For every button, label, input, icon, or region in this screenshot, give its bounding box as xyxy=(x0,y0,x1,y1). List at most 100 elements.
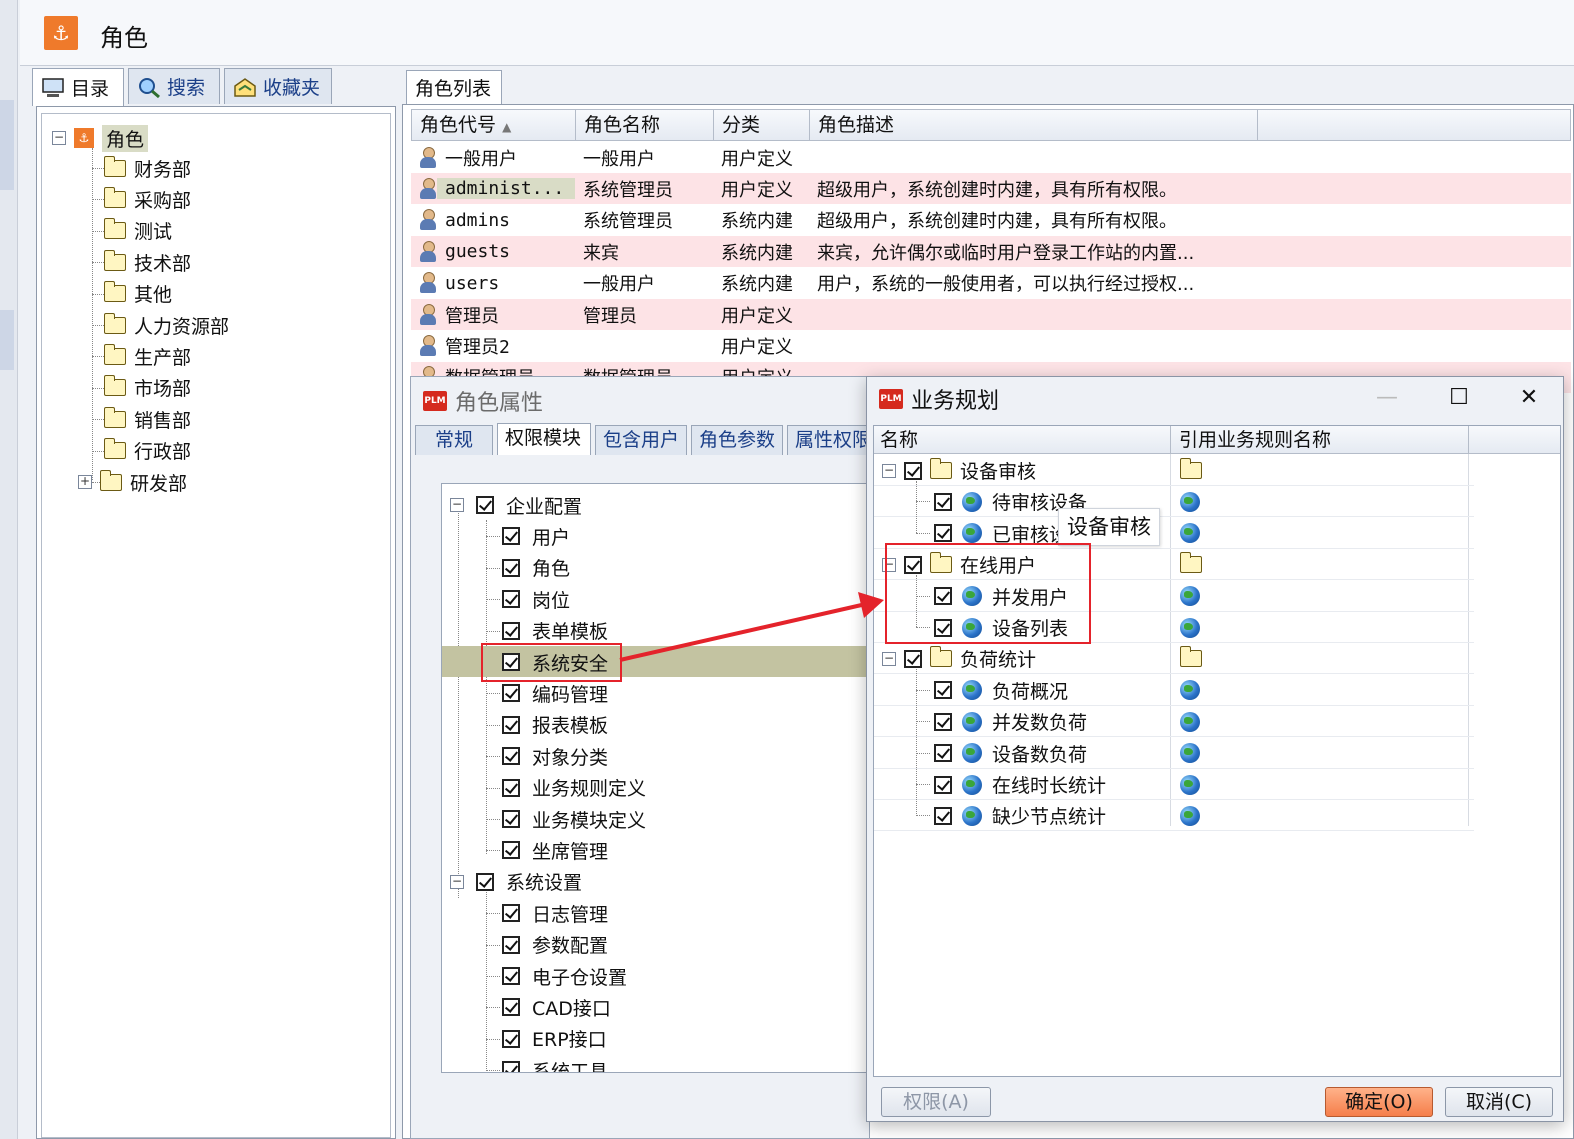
table-row[interactable]: − 设备审核 xyxy=(874,455,1474,486)
table-row[interactable]: 待审核设备 xyxy=(874,486,1474,518)
col-header-rule[interactable]: 引用业务规则名称 xyxy=(1170,426,1331,454)
checkbox[interactable] xyxy=(502,527,520,546)
checkbox[interactable] xyxy=(502,998,520,1017)
table-row[interactable]: 并发数负荷 xyxy=(874,706,1474,738)
checkbox[interactable] xyxy=(502,1029,520,1048)
checkbox[interactable] xyxy=(934,492,952,511)
table-row[interactable]: guests 来宾 系统内建 来宾，允许偶尔或临时用户登录工作站的内置... xyxy=(411,236,1571,268)
permission-group[interactable]: − 企业配置 xyxy=(450,490,582,520)
permission-item[interactable]: 参数配置 xyxy=(502,930,608,960)
tree-item-department[interactable]: 采购部 xyxy=(103,185,191,213)
table-row[interactable]: 在线时长统计 xyxy=(874,769,1474,800)
permission-item[interactable]: 对象分类 xyxy=(502,741,608,771)
permission-item[interactable]: 日志管理 xyxy=(502,898,608,928)
tab-permission-modules[interactable]: 权限模块 xyxy=(497,423,591,455)
tree-item-department[interactable]: 其他 xyxy=(103,280,172,308)
checkbox[interactable] xyxy=(502,590,520,609)
col-header-name[interactable]: 名称 xyxy=(880,426,918,454)
checkbox[interactable] xyxy=(904,649,922,668)
tree-item-department[interactable]: 财务部 xyxy=(103,154,191,182)
tree-item-department[interactable]: 市场部 xyxy=(103,374,191,402)
close-button[interactable]: ✕ xyxy=(1507,381,1551,415)
checkbox[interactable] xyxy=(502,715,520,734)
role-list-tabbar: 角色列表 xyxy=(402,68,1574,104)
checkbox[interactable] xyxy=(502,558,520,577)
collapse-icon[interactable]: − xyxy=(882,463,896,478)
checkbox[interactable] xyxy=(502,621,520,640)
checkbox[interactable] xyxy=(502,904,520,923)
collapse-icon[interactable]: − xyxy=(450,874,464,889)
checkbox[interactable] xyxy=(502,747,520,766)
table-row[interactable]: 管理员 管理员 用户定义 xyxy=(411,299,1571,330)
tree-item-department[interactable]: 测试 xyxy=(103,217,172,245)
ok-button[interactable]: 确定(O) xyxy=(1325,1087,1433,1117)
tab-general[interactable]: 常规 xyxy=(415,425,493,455)
tab-attribute-permissions[interactable]: 属性权限 xyxy=(787,425,871,455)
checkbox[interactable] xyxy=(476,496,494,514)
checkbox[interactable] xyxy=(934,806,952,825)
expand-icon[interactable]: + xyxy=(78,475,92,489)
collapse-icon[interactable]: − xyxy=(450,498,464,512)
permission-item[interactable]: ERP接口 xyxy=(502,1024,607,1054)
permission-item[interactable]: CAD接口 xyxy=(502,992,611,1022)
permission-item[interactable]: 业务模块定义 xyxy=(502,804,646,834)
permission-item[interactable]: 业务规则定义 xyxy=(502,773,646,803)
col-header-code[interactable]: 角色代号 ▲ xyxy=(412,110,576,140)
tab-included-users[interactable]: 包含用户 xyxy=(595,425,687,455)
checkbox[interactable] xyxy=(904,461,922,480)
tab-search[interactable]: 搜索 xyxy=(128,68,220,104)
permission-group[interactable]: − 系统设置 xyxy=(450,867,582,897)
tab-favorites[interactable]: 收藏夹 xyxy=(224,68,332,104)
collapse-icon[interactable]: − xyxy=(52,131,66,145)
checkbox[interactable] xyxy=(502,967,520,985)
tab-label: 角色列表 xyxy=(415,78,492,100)
tree-item-department[interactable]: 人力资源部 xyxy=(103,311,229,339)
tree-item-department[interactable]: 生产部 xyxy=(103,342,191,370)
tree-item-department[interactable]: 技术部 xyxy=(103,248,191,276)
minimize-button[interactable]: — xyxy=(1365,381,1409,415)
col-header-category[interactable]: 分类 xyxy=(714,110,810,140)
checkbox[interactable] xyxy=(476,872,494,891)
tree-root-role[interactable]: − ⚓ 角色 xyxy=(52,124,149,152)
tab-directory[interactable]: 目录 xyxy=(32,68,124,106)
checkbox[interactable] xyxy=(934,712,952,731)
permission-item[interactable]: 坐席管理 xyxy=(502,835,608,865)
checkbox[interactable] xyxy=(502,841,520,860)
permission-button[interactable]: 权限(A) xyxy=(881,1087,991,1117)
col-header-name[interactable]: 角色名称 xyxy=(576,110,714,140)
checkbox[interactable] xyxy=(502,778,520,797)
table-row[interactable]: admins 系统管理员 系统内建 超级用户，系统创建时内建，具有所有权限。 xyxy=(411,205,1571,236)
tab-role-params[interactable]: 角色参数 xyxy=(691,425,783,455)
checkbox[interactable] xyxy=(502,684,520,703)
checkbox[interactable] xyxy=(502,810,520,828)
permission-item[interactable]: 角色 xyxy=(502,553,570,583)
permission-item[interactable]: 表单模板 xyxy=(502,616,608,646)
checkbox[interactable] xyxy=(934,524,952,543)
table-row[interactable]: 缺少节点统计 xyxy=(874,800,1474,832)
table-row[interactable]: users 一般用户 系统内建 用户，系统的一般使用者，可以执行经过授权... xyxy=(411,268,1571,299)
checkbox[interactable] xyxy=(934,775,952,794)
table-row[interactable]: 设备数负荷 xyxy=(874,738,1474,769)
permission-item[interactable]: 编码管理 xyxy=(502,678,608,708)
table-row[interactable]: − 负荷统计 xyxy=(874,643,1474,675)
table-row[interactable]: administ... 系统管理员 用户定义 超级用户，系统创建时内建，具有所有权限。 xyxy=(411,173,1571,205)
table-row[interactable]: 负荷概况 xyxy=(874,675,1474,706)
checkbox[interactable] xyxy=(934,744,952,763)
tree-item-department[interactable]: 行政部 xyxy=(103,437,191,465)
col-header-desc[interactable]: 角色描述 xyxy=(810,110,1258,140)
tree-item-department[interactable]: 销售部 xyxy=(103,405,191,433)
maximize-button[interactable]: ☐ xyxy=(1437,381,1481,415)
permission-item[interactable]: 系统工具 xyxy=(502,1055,608,1072)
tab-role-list[interactable]: 角色列表 xyxy=(406,70,502,104)
checkbox[interactable] xyxy=(502,1061,520,1072)
permission-item[interactable]: 用户 xyxy=(502,521,570,551)
cancel-button[interactable]: 取消(C) xyxy=(1445,1087,1553,1117)
checkbox[interactable] xyxy=(502,935,520,954)
permission-item[interactable]: 电子仓设置 xyxy=(502,961,627,991)
permission-item[interactable]: 报表模板 xyxy=(502,710,608,740)
permission-item[interactable]: 岗位 xyxy=(502,584,570,614)
tree-item-department[interactable]: + 研发部 xyxy=(78,468,187,496)
table-row[interactable]: 管理员2 用户定义 xyxy=(411,330,1571,361)
checkbox[interactable] xyxy=(934,681,952,700)
table-row[interactable]: 一般用户 一般用户 用户定义 xyxy=(411,142,1571,173)
